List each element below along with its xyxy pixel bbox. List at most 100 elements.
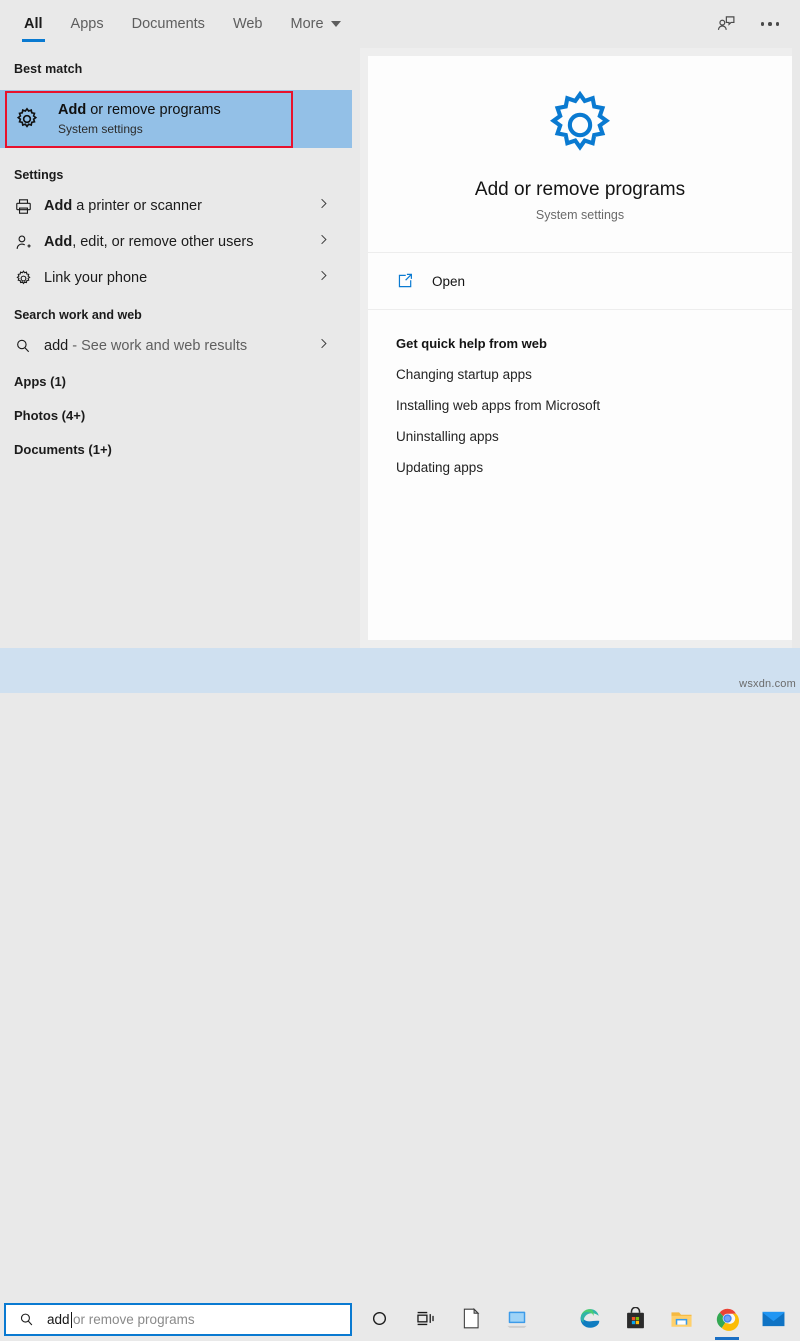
quick-help-item[interactable]: Uninstalling apps [396,429,792,444]
taskbar-system-icons [356,1296,540,1341]
tab-apps-label: Apps [70,16,104,32]
settings-item-users-bold: Add [44,234,73,250]
quick-help-header: Get quick help from web [396,336,547,351]
add-user-icon [16,235,31,249]
tab-documents[interactable]: Documents [118,0,219,48]
chevron-right-icon [317,337,330,355]
tab-all[interactable]: All [10,0,57,48]
preview-subtitle: System settings [535,207,625,222]
settings-item-printer-label: Add a printer or scanner [44,198,202,214]
remote-desktop-button[interactable] [494,1296,540,1341]
settings-item-printer-rest: a printer or scanner [72,198,202,214]
best-match-icon-wrap [14,106,48,132]
category-apps[interactable]: Apps (1) [0,364,352,398]
settings-item-link-phone[interactable]: Link your phone [0,260,352,296]
settings-item-users[interactable]: Add, edit, or remove other users [0,224,352,260]
web-search-item[interactable]: add - See work and web results [0,328,352,364]
cortana-button[interactable] [356,1296,402,1341]
quick-help-item[interactable]: Updating apps [396,460,792,475]
preview-title: Add or remove programs [474,178,686,200]
category-apps-label: Apps (1) [14,373,66,389]
search-icon [17,339,30,353]
category-documents-label: Documents (1+) [14,441,112,457]
taskbar: add or remove programs wsxdn.com [0,648,800,1340]
web-search-header: Search work and web [14,308,142,322]
add-user-icon-wrap [14,233,44,252]
taskbar-search-value: add [47,1312,70,1327]
settings-section: Settings Add a printer or scanner Add, e… [0,156,352,466]
best-match-title-bold: Add [58,102,87,118]
microsoft-store-icon [626,1306,644,1328]
category-photos-label: Photos (4+) [14,407,86,423]
quick-help-item[interactable]: Changing startup apps [396,367,792,382]
taskbar-search-input[interactable]: add or remove programs [4,1303,352,1336]
search-icon [20,1313,33,1326]
feedback-person-icon [717,16,735,30]
preview-hero: Add or remove programs System settings [368,56,792,253]
gear-icon [550,90,610,151]
best-match-text: Add or remove programs System settings [58,101,221,137]
file-explorer-icon [670,1311,692,1327]
tab-apps[interactable]: Apps [57,0,118,48]
search-icon-wrap [14,337,44,355]
edge-icon [580,1309,599,1328]
text-cursor [70,1311,73,1328]
gear-icon-wrap [14,269,44,288]
best-match-content: Add or remove programs System settings [0,90,352,148]
taskbar-search-suggestion: or remove programs [73,1312,195,1327]
chevron-right-icon [317,269,330,287]
more-options-button[interactable] [748,2,792,46]
best-match-header: Best match [14,62,83,76]
quick-help-section: Get quick help from web Changing startup… [368,310,792,475]
task-view-icon [416,1311,434,1326]
microsoft-store-button[interactable] [612,1296,658,1341]
category-documents[interactable]: Documents (1+) [0,432,352,466]
printer-icon [16,198,31,214]
settings-item-link-phone-label: Link your phone [44,270,148,286]
preview-pane: Add or remove programs System settings O… [360,48,792,648]
chevron-right-icon [317,233,330,251]
category-photos[interactable]: Photos (4+) [0,398,352,432]
settings-item-printer-bold: Add [44,198,73,214]
search-flyout: All Apps Documents Web More Best match A… [0,0,800,648]
printer-icon-wrap [14,197,44,216]
document-app-button[interactable] [448,1296,494,1341]
tab-documents-label: Documents [131,16,205,32]
open-button[interactable]: Open [368,253,792,310]
file-explorer-button[interactable] [658,1296,704,1341]
best-match-row[interactable]: Add or remove programs System settings [0,90,352,148]
mail-icon [762,1311,784,1326]
preview-card: Add or remove programs System settings O… [368,56,792,640]
tab-more[interactable]: More [277,0,355,48]
task-view-button[interactable] [402,1296,448,1341]
taskbar-pinned-apps [566,1296,796,1341]
open-button-label: Open [432,273,466,289]
mail-button[interactable] [750,1296,796,1341]
tab-all-label: All [24,16,43,32]
chevron-down-icon [330,21,341,27]
settings-item-users-label: Add, edit, or remove other users [44,234,254,250]
settings-item-printer[interactable]: Add a printer or scanner [0,188,352,224]
settings-item-users-rest: , edit, or remove other users [72,234,254,250]
web-search-label: add - See work and web results [44,338,247,354]
gear-icon [16,107,38,128]
gear-icon [16,269,31,284]
search-tabbar: All Apps Documents Web More [0,0,800,48]
chrome-button[interactable] [704,1296,750,1341]
watermark: wsxdn.com [739,678,796,690]
results-column: Best match Add or remove programs System… [0,48,352,648]
ellipsis-icon [760,22,780,26]
settings-header: Settings [14,168,64,182]
best-match-title-rest: or remove programs [86,102,221,118]
document-icon [463,1307,480,1329]
tab-web-label: Web [232,16,263,32]
feedback-button[interactable] [704,2,748,46]
tab-web[interactable]: Web [219,0,277,48]
remote-desktop-icon [507,1311,527,1328]
tab-list: All Apps Documents Web More [10,0,355,48]
edge-button[interactable] [566,1296,612,1341]
quick-help-item[interactable]: Installing web apps from Microsoft [396,398,792,413]
best-match-subtitle: System settings [58,122,143,136]
chrome-icon [716,1308,739,1331]
cortana-icon [372,1311,386,1326]
